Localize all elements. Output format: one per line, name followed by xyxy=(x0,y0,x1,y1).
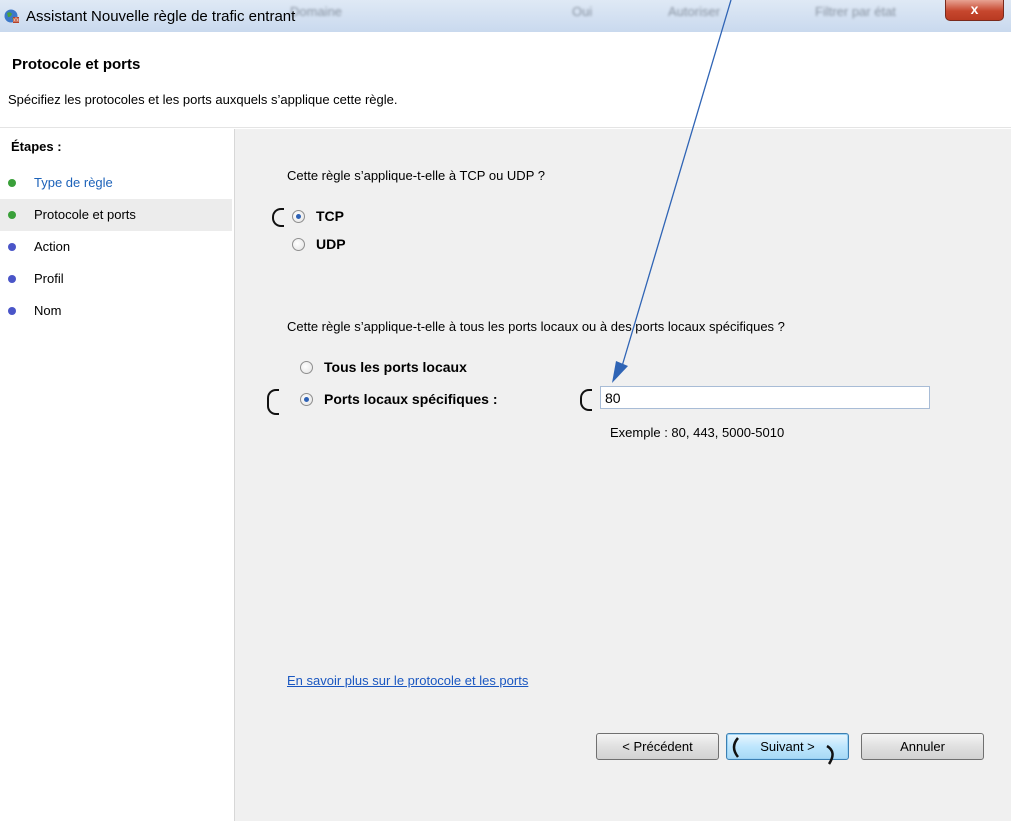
step-protocol-ports[interactable]: Protocole et ports xyxy=(0,199,232,231)
next-button-label: Suivant > xyxy=(760,739,815,754)
step-label: Nom xyxy=(34,303,62,318)
step-pending-dot-icon xyxy=(8,275,16,283)
radio-unchecked-icon[interactable] xyxy=(300,361,313,374)
page-description: Spécifiez les protocoles et les ports au… xyxy=(8,92,398,107)
radio-unchecked-icon[interactable] xyxy=(292,238,305,251)
radio-label-specific-ports: Ports locaux spécifiques : xyxy=(324,391,498,407)
step-action[interactable]: Action xyxy=(0,231,232,263)
steps-sidebar: Étapes : Type de règle Protocole et port… xyxy=(0,129,234,821)
background-ghost-text: Filtrer par état xyxy=(815,4,896,19)
page-title: Protocole et ports xyxy=(12,56,141,73)
next-button[interactable]: Suivant > xyxy=(726,733,849,760)
step-label: Profil xyxy=(34,271,64,286)
background-ghost-text: Autoriser xyxy=(668,4,721,19)
radio-checked-icon[interactable] xyxy=(300,393,313,406)
back-button[interactable]: < Précédent xyxy=(596,733,719,760)
local-ports-input[interactable] xyxy=(600,386,930,409)
handwritten-mark xyxy=(272,208,284,227)
radio-all-ports[interactable]: Tous les ports locaux xyxy=(300,359,560,377)
learn-more-link[interactable]: En savoir plus sur le protocole et les p… xyxy=(287,673,528,688)
step-profile[interactable]: Profil xyxy=(0,263,232,295)
header-divider xyxy=(0,127,1011,128)
background-ghost-text: Domaine xyxy=(290,4,343,19)
step-pending-dot-icon xyxy=(8,307,16,315)
step-done-dot-icon xyxy=(8,211,16,219)
ports-example: Exemple : 80, 443, 5000-5010 xyxy=(610,425,785,440)
step-label: Action xyxy=(34,239,71,254)
window-title: Assistant Nouvelle règle de trafic entra… xyxy=(26,8,296,25)
radio-udp[interactable]: UDP xyxy=(292,236,492,254)
step-done-dot-icon xyxy=(8,179,16,187)
step-name[interactable]: Nom xyxy=(0,295,232,327)
step-rule-type[interactable]: Type de règle xyxy=(0,167,232,199)
background-ghost-text: Oui xyxy=(572,4,593,19)
ports-question: Cette règle s’applique-t-elle à tous les… xyxy=(287,319,785,334)
handwritten-mark xyxy=(267,389,279,415)
steps-title: Étapes : xyxy=(11,139,62,154)
protocol-question: Cette règle s’applique-t-elle à TCP ou U… xyxy=(287,168,545,183)
handwritten-mark xyxy=(580,389,592,411)
step-label: Type de règle xyxy=(34,175,113,190)
radio-tcp[interactable]: TCP xyxy=(292,208,492,226)
step-pending-dot-icon xyxy=(8,243,16,251)
radio-label-tcp: TCP xyxy=(316,208,344,224)
radio-specific-ports[interactable]: Ports locaux spécifiques : xyxy=(300,391,560,409)
cancel-button[interactable]: Annuler xyxy=(861,733,984,760)
main-panel: Cette règle s’applique-t-elle à TCP ou U… xyxy=(235,129,1011,821)
firewall-globe-icon xyxy=(4,9,19,23)
radio-label-all-ports: Tous les ports locaux xyxy=(324,359,467,375)
step-label: Protocole et ports xyxy=(34,207,136,222)
close-button[interactable]: x xyxy=(945,0,1004,21)
title-bar: Domaine Oui Autoriser Filtrer par état A… xyxy=(0,0,1011,32)
radio-checked-icon[interactable] xyxy=(292,210,305,223)
radio-label-udp: UDP xyxy=(316,236,346,252)
